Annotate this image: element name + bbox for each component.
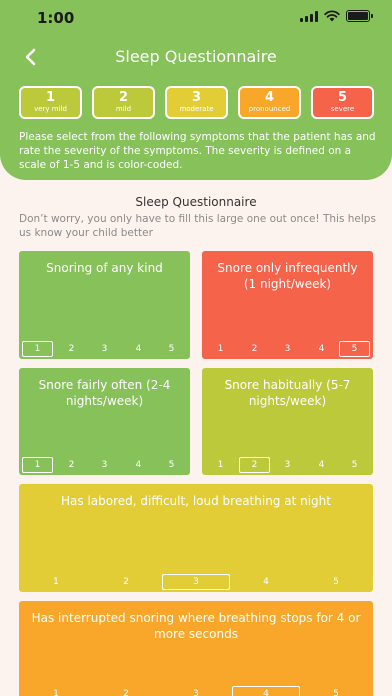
question-card[interactable]: Snore only infrequently (1 night/week) 1… [202,251,373,359]
severity-options: 1 2 3 4 5 [202,341,373,357]
severity-option-1[interactable]: 1 [22,686,90,696]
question-card[interactable]: Has labored, difficult, loud breathing a… [19,484,373,592]
severity-option-2[interactable]: 2 [56,341,87,357]
severity-option-2[interactable]: 2 [239,457,270,473]
severity-option-4[interactable]: 4 [306,457,337,473]
severity-scale-legend: 1 very mild 2 mild 3 moderate 4 pronounc… [19,86,375,120]
severity-legend-5: 5 severe [311,86,374,119]
severity-option-5[interactable]: 5 [156,457,187,473]
cellular-signal-icon [300,10,318,22]
severity-option-2[interactable]: 2 [239,341,270,357]
question-card[interactable]: Snore fairly often (2-4 nights/week) 1 2… [19,368,190,475]
severity-legend-2: 2 mild [92,86,155,119]
severity-option-5[interactable]: 5 [339,341,370,357]
severity-option-3[interactable]: 3 [162,686,230,696]
severity-option-2[interactable]: 2 [56,457,87,473]
severity-option-4[interactable]: 4 [123,457,154,473]
severity-legend-3: 3 moderate [165,86,228,119]
severity-option-3[interactable]: 3 [89,457,120,473]
header-panel: 1:00 Sleep Questionnaire 1 very mild 2 m… [0,0,392,180]
severity-options: 1 2 3 4 5 [202,457,373,473]
page-title: Sleep Questionnaire [115,47,277,66]
question-text: Has labored, difficult, loud breathing a… [61,494,331,508]
status-bar: 1:00 [0,0,392,40]
severity-option-4[interactable]: 4 [306,341,337,357]
severity-option-1[interactable]: 1 [205,341,236,357]
severity-option-1[interactable]: 1 [22,457,53,473]
question-text: Has interrupted snoring where breathing … [31,611,361,641]
severity-option-2[interactable]: 2 [92,686,160,696]
question-text: Snore habitually (5-7 nights/week) [224,378,351,408]
severity-option-3[interactable]: 3 [162,574,230,590]
wifi-icon [324,10,340,22]
question-card[interactable]: Snoring of any kind 1 2 3 4 5 [19,251,190,359]
severity-legend-1: 1 very mild [19,86,82,119]
severity-options: 1 2 3 4 5 [19,686,373,696]
severity-options: 1 2 3 4 5 [19,341,190,357]
severity-option-3[interactable]: 3 [272,341,303,357]
question-text: Snore fairly often (2-4 nights/week) [38,378,171,408]
severity-option-5[interactable]: 5 [339,457,370,473]
severity-option-1[interactable]: 1 [22,574,90,590]
severity-option-4[interactable]: 4 [232,686,300,696]
battery-icon [346,10,373,22]
severity-option-4[interactable]: 4 [232,574,300,590]
status-time: 1:00 [37,9,75,27]
question-text: Snore only infrequently (1 night/week) [217,261,358,291]
severity-option-3[interactable]: 3 [272,457,303,473]
severity-options: 1 2 3 4 5 [19,457,190,473]
severity-option-5[interactable]: 5 [302,574,370,590]
instructions-text: Please select from the following symptom… [19,131,376,171]
severity-option-5[interactable]: 5 [302,686,370,696]
question-card[interactable]: Snore habitually (5-7 nights/week) 1 2 3… [202,368,373,475]
severity-option-2[interactable]: 2 [92,574,160,590]
severity-option-1[interactable]: 1 [205,457,236,473]
severity-options: 1 2 3 4 5 [19,574,373,590]
severity-option-3[interactable]: 3 [89,341,120,357]
severity-option-1[interactable]: 1 [22,341,53,357]
status-icons [300,10,373,22]
question-text: Snoring of any kind [46,261,163,275]
section-subtitle: Don’t worry, you only have to fill this … [19,213,376,239]
severity-legend-4: 4 pronounced [238,86,301,119]
question-card[interactable]: Has interrupted snoring where breathing … [19,601,373,696]
section-title: Sleep Questionnaire [135,195,257,209]
severity-option-5[interactable]: 5 [156,341,187,357]
severity-option-4[interactable]: 4 [123,341,154,357]
